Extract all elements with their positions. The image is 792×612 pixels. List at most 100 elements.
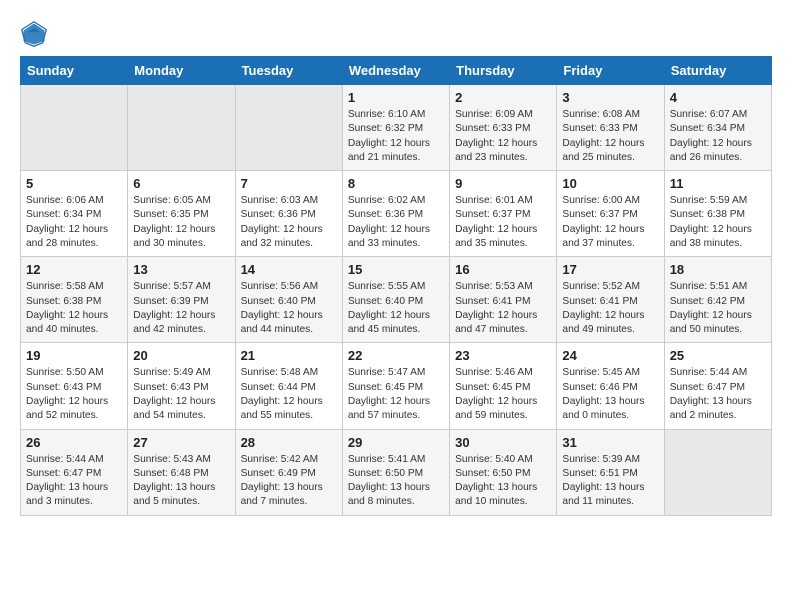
day-header-tuesday: Tuesday xyxy=(235,57,342,85)
cell-content: Sunrise: 5:59 AM Sunset: 6:38 PM Dayligh… xyxy=(670,194,766,251)
calendar-cell: 7 Sunrise: 6:03 AM Sunset: 6:36 PM Daylig… xyxy=(235,171,342,257)
calendar-cell: 16 Sunrise: 5:53 AM Sunset: 6:41 PM Dayli… xyxy=(450,257,557,343)
cell-content: Sunrise: 5:48 AM Sunset: 6:44 PM Dayligh… xyxy=(241,366,337,423)
day-number: 12 xyxy=(26,262,122,277)
calendar-week-2: 5 Sunrise: 6:06 AM Sunset: 6:34 PM Daylig… xyxy=(21,171,772,257)
day-number: 14 xyxy=(241,262,337,277)
day-number: 16 xyxy=(455,262,551,277)
calendar-cell xyxy=(664,429,771,515)
day-number: 20 xyxy=(133,348,229,363)
day-number: 28 xyxy=(241,435,337,450)
day-number: 5 xyxy=(26,176,122,191)
cell-content: Sunrise: 5:49 AM Sunset: 6:43 PM Dayligh… xyxy=(133,366,229,423)
cell-content: Sunrise: 5:43 AM Sunset: 6:48 PM Dayligh… xyxy=(133,453,229,510)
calendar-cell xyxy=(128,85,235,171)
cell-content: Sunrise: 5:52 AM Sunset: 6:41 PM Dayligh… xyxy=(562,280,658,337)
calendar-cell: 1 Sunrise: 6:10 AM Sunset: 6:32 PM Daylig… xyxy=(342,85,449,171)
day-number: 23 xyxy=(455,348,551,363)
cell-content: Sunrise: 6:07 AM Sunset: 6:34 PM Dayligh… xyxy=(670,108,766,165)
calendar-cell: 15Sunrise: 5:55 AM Sunset: 6:40 PM Dayli… xyxy=(342,257,449,343)
calendar-cell: 6Sunrise: 6:05 AM Sunset: 6:35 PM Daylig… xyxy=(128,171,235,257)
cell-content: Sunrise: 6:00 AM Sunset: 6:37 PM Dayligh… xyxy=(562,194,658,251)
cell-content: Sunrise: 5:42 AM Sunset: 6:49 PM Dayligh… xyxy=(241,453,337,510)
calendar-cell: 11 Sunrise: 5:59 AM Sunset: 6:38 PM Dayli… xyxy=(664,171,771,257)
calendar-week-1: 1 Sunrise: 6:10 AM Sunset: 6:32 PM Daylig… xyxy=(21,85,772,171)
cell-content: Sunrise: 5:41 AM Sunset: 6:50 PM Dayligh… xyxy=(348,453,444,510)
logo xyxy=(20,20,52,48)
cell-content: Sunrise: 5:53 AM Sunset: 6:41 PM Dayligh… xyxy=(455,280,551,337)
day-number: 29 xyxy=(348,435,444,450)
calendar-cell: 22 Sunrise: 5:47 AM Sunset: 6:45 PM Dayli… xyxy=(342,343,449,429)
calendar-cell: 9 Sunrise: 6:01 AM Sunset: 6:37 PM Daylig… xyxy=(450,171,557,257)
day-number: 6 xyxy=(133,176,229,191)
day-number: 1 xyxy=(348,90,444,105)
day-header-thursday: Thursday xyxy=(450,57,557,85)
day-number: 13 xyxy=(133,262,229,277)
day-number: 27 xyxy=(133,435,229,450)
calendar-cell: 14 Sunrise: 5:56 AM Sunset: 6:40 PM Dayli… xyxy=(235,257,342,343)
calendar-cell: 12 Sunrise: 5:58 AM Sunset: 6:38 PM Dayli… xyxy=(21,257,128,343)
day-number: 18 xyxy=(670,262,766,277)
cell-content: Sunrise: 5:51 AM Sunset: 6:42 PM Dayligh… xyxy=(670,280,766,337)
cell-content: Sunrise: 6:10 AM Sunset: 6:32 PM Dayligh… xyxy=(348,108,444,165)
day-header-friday: Friday xyxy=(557,57,664,85)
calendar-week-3: 12 Sunrise: 5:58 AM Sunset: 6:38 PM Dayli… xyxy=(21,257,772,343)
cell-content: Sunrise: 6:09 AM Sunset: 6:33 PM Dayligh… xyxy=(455,108,551,165)
page-header xyxy=(20,20,772,48)
cell-content: Sunrise: 6:08 AM Sunset: 6:33 PM Dayligh… xyxy=(562,108,658,165)
cell-content: Sunrise: 5:44 AM Sunset: 6:47 PM Dayligh… xyxy=(670,366,766,423)
calendar-cell xyxy=(235,85,342,171)
cell-content: Sunrise: 5:47 AM Sunset: 6:45 PM Dayligh… xyxy=(348,366,444,423)
calendar-cell: 17 Sunrise: 5:52 AM Sunset: 6:41 PM Dayli… xyxy=(557,257,664,343)
cell-content: Sunrise: 5:50 AM Sunset: 6:43 PM Dayligh… xyxy=(26,366,122,423)
cell-content: Sunrise: 6:03 AM Sunset: 6:36 PM Dayligh… xyxy=(241,194,337,251)
cell-content: Sunrise: 5:46 AM Sunset: 6:45 PM Dayligh… xyxy=(455,366,551,423)
cell-content: Sunrise: 6:01 AM Sunset: 6:37 PM Dayligh… xyxy=(455,194,551,251)
calendar-cell: 13 Sunrise: 5:57 AM Sunset: 6:39 PM Dayli… xyxy=(128,257,235,343)
day-number: 15 xyxy=(348,262,444,277)
calendar-cell xyxy=(21,85,128,171)
cell-content: Sunrise: 6:06 AM Sunset: 6:34 PM Dayligh… xyxy=(26,194,122,251)
calendar-cell: 28 Sunrise: 5:42 AM Sunset: 6:49 PM Dayli… xyxy=(235,429,342,515)
cell-content: Sunrise: 5:39 AM Sunset: 6:51 PM Dayligh… xyxy=(562,453,658,510)
calendar-week-5: 26 Sunrise: 5:44 AM Sunset: 6:47 PM Dayli… xyxy=(21,429,772,515)
day-number: 30 xyxy=(455,435,551,450)
day-number: 21 xyxy=(241,348,337,363)
day-header-wednesday: Wednesday xyxy=(342,57,449,85)
calendar-cell: 23 Sunrise: 5:46 AM Sunset: 6:45 PM Dayli… xyxy=(450,343,557,429)
calendar-cell: 5 Sunrise: 6:06 AM Sunset: 6:34 PM Daylig… xyxy=(21,171,128,257)
logo-icon xyxy=(20,20,48,48)
day-header-saturday: Saturday xyxy=(664,57,771,85)
calendar-cell: 3Sunrise: 6:08 AM Sunset: 6:33 PM Daylig… xyxy=(557,85,664,171)
calendar-cell: 27 Sunrise: 5:43 AM Sunset: 6:48 PM Dayli… xyxy=(128,429,235,515)
day-number: 31 xyxy=(562,435,658,450)
day-number: 4 xyxy=(670,90,766,105)
calendar-cell: 8Sunrise: 6:02 AM Sunset: 6:36 PM Daylig… xyxy=(342,171,449,257)
day-number: 11 xyxy=(670,176,766,191)
calendar-cell: 18 Sunrise: 5:51 AM Sunset: 6:42 PM Dayli… xyxy=(664,257,771,343)
calendar-cell: 4 Sunrise: 6:07 AM Sunset: 6:34 PM Daylig… xyxy=(664,85,771,171)
cell-content: Sunrise: 5:57 AM Sunset: 6:39 PM Dayligh… xyxy=(133,280,229,337)
calendar-cell: 21 Sunrise: 5:48 AM Sunset: 6:44 PM Dayli… xyxy=(235,343,342,429)
calendar-cell: 24Sunrise: 5:45 AM Sunset: 6:46 PM Dayli… xyxy=(557,343,664,429)
cell-content: Sunrise: 5:45 AM Sunset: 6:46 PM Dayligh… xyxy=(562,366,658,423)
calendar-cell: 30Sunrise: 5:40 AM Sunset: 6:50 PM Dayli… xyxy=(450,429,557,515)
calendar-cell: 19 Sunrise: 5:50 AM Sunset: 6:43 PM Dayli… xyxy=(21,343,128,429)
cell-content: Sunrise: 5:58 AM Sunset: 6:38 PM Dayligh… xyxy=(26,280,122,337)
cell-content: Sunrise: 5:44 AM Sunset: 6:47 PM Dayligh… xyxy=(26,453,122,510)
calendar-cell: 2 Sunrise: 6:09 AM Sunset: 6:33 PM Daylig… xyxy=(450,85,557,171)
day-number: 19 xyxy=(26,348,122,363)
calendar-cell: 25 Sunrise: 5:44 AM Sunset: 6:47 PM Dayli… xyxy=(664,343,771,429)
day-number: 10 xyxy=(562,176,658,191)
cell-content: Sunrise: 5:56 AM Sunset: 6:40 PM Dayligh… xyxy=(241,280,337,337)
day-number: 2 xyxy=(455,90,551,105)
day-number: 7 xyxy=(241,176,337,191)
days-header-row: SundayMondayTuesdayWednesdayThursdayFrid… xyxy=(21,57,772,85)
day-number: 25 xyxy=(670,348,766,363)
day-number: 26 xyxy=(26,435,122,450)
day-number: 22 xyxy=(348,348,444,363)
calendar-cell: 20 Sunrise: 5:49 AM Sunset: 6:43 PM Dayli… xyxy=(128,343,235,429)
day-number: 9 xyxy=(455,176,551,191)
day-number: 17 xyxy=(562,262,658,277)
calendar-week-4: 19 Sunrise: 5:50 AM Sunset: 6:43 PM Dayli… xyxy=(21,343,772,429)
